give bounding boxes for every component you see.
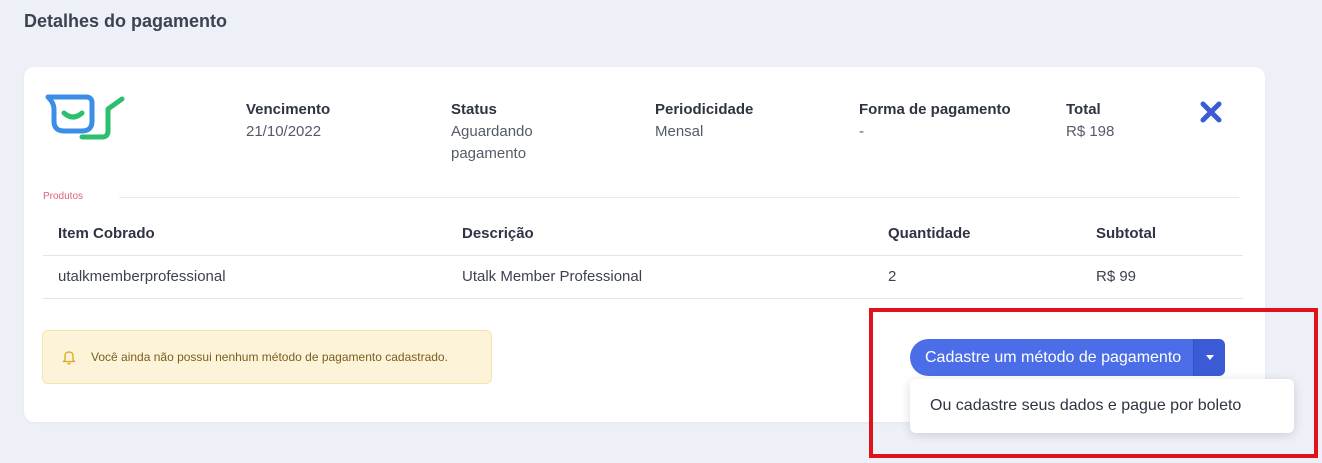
table-cell-quantity: 2	[888, 268, 897, 285]
periodicity-value: Mensal	[655, 123, 704, 140]
products-legend: Produtos	[43, 191, 84, 202]
due-date: Vencimento 21/10/2022	[246, 99, 330, 143]
alert-text: Você ainda não possui nenhum método de p…	[91, 350, 448, 364]
products-divider	[119, 197, 1239, 198]
bell-icon	[62, 351, 76, 365]
column-header-item: Item Cobrado	[58, 225, 155, 242]
due-date-label: Vencimento	[246, 101, 331, 118]
chevron-down-icon	[1205, 355, 1214, 360]
total-label: Total	[1066, 101, 1101, 118]
table-cell-description: Utalk Member Professional	[462, 268, 643, 285]
due-date-value: 21/10/2022	[246, 123, 322, 140]
no-payment-method-alert: Você ainda não possui nenhum método de p…	[42, 330, 492, 384]
status-value-line2: pagamento	[451, 145, 527, 162]
total-value: R$ 198	[1066, 123, 1115, 140]
dropdown-item-boleto[interactable]: Ou cadastre seus dados e pague por bolet…	[910, 379, 1294, 433]
column-header-description: Descrição	[462, 225, 534, 242]
table-header-divider	[43, 255, 1243, 256]
periodicity: Periodicidade Mensal	[655, 99, 753, 143]
total: Total R$ 198	[1066, 99, 1114, 143]
table-cell-subtotal: R$ 99	[1096, 268, 1137, 285]
page-title: Detalhes do pagamento	[24, 11, 228, 31]
table-row-divider	[43, 298, 1243, 299]
register-payment-method-button[interactable]: Cadastre um método de pagamento	[910, 339, 1194, 376]
periodicity-label: Periodicidade	[655, 101, 754, 118]
status: Status Aguardando pagamento	[451, 99, 533, 165]
register-payment-split-button: Cadastre um método de pagamento	[910, 339, 1226, 376]
status-value-line1: Aguardando	[451, 123, 533, 140]
utalk-logo	[45, 94, 125, 140]
column-header-quantity: Quantidade	[888, 225, 971, 242]
close-x-icon[interactable]	[1198, 99, 1224, 125]
table-cell-item: utalkmemberprofessional	[58, 268, 226, 285]
payment-options-dropdown: Ou cadastre seus dados e pague por bolet…	[910, 379, 1294, 433]
status-label: Status	[451, 101, 497, 118]
column-header-subtotal: Subtotal	[1096, 225, 1156, 242]
dropdown-toggle-button[interactable]	[1193, 339, 1226, 376]
payment-method: Forma de pagamento -	[859, 99, 1011, 143]
payment-method-value: -	[859, 123, 864, 140]
payment-method-label: Forma de pagamento	[859, 101, 1011, 118]
